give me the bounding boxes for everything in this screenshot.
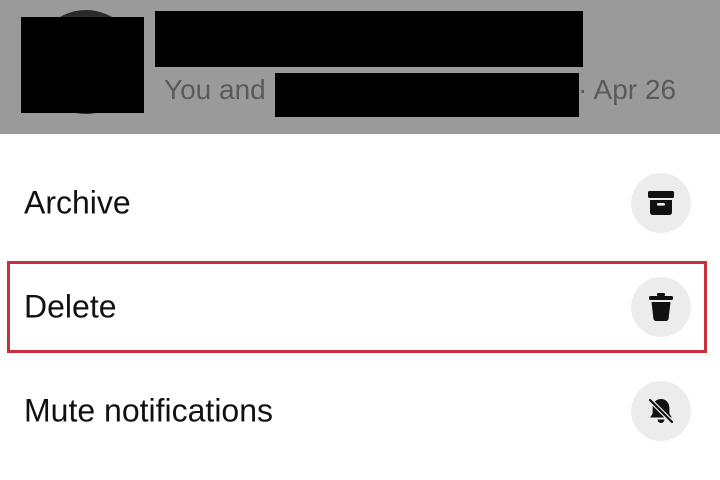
menu-item-archive[interactable]: Archive	[0, 158, 720, 248]
bell-muted-icon	[631, 381, 691, 441]
menu-item-mute-notifications[interactable]: Mute notifications	[0, 366, 720, 456]
conversation-name-redacted	[155, 11, 583, 67]
archive-icon	[631, 173, 691, 233]
subtitle-prefix: You and	[164, 74, 266, 105]
menu-item-label: Archive	[24, 184, 131, 221]
menu-item-label: Mute notifications	[24, 392, 274, 429]
menu-item-label: Delete	[24, 288, 117, 325]
conversation-header: You and · Apr 26	[0, 0, 720, 134]
subtitle-date: · Apr 26	[578, 74, 677, 105]
avatar-redacted	[21, 17, 144, 113]
trash-icon	[631, 277, 691, 337]
menu-item-delete[interactable]: Delete	[0, 262, 720, 352]
participant-name-redacted	[275, 73, 579, 117]
